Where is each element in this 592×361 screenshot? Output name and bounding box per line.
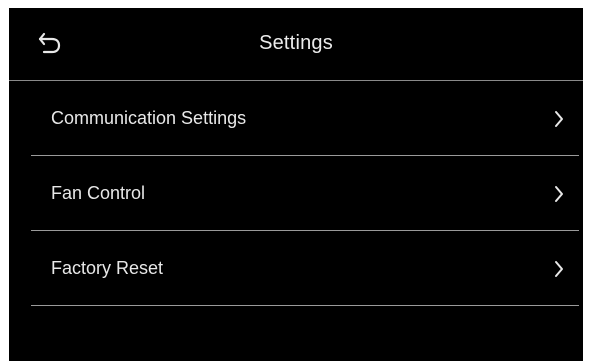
settings-menu: Communication Settings Fan Control Facto… xyxy=(31,81,579,306)
menu-item-label: Factory Reset xyxy=(51,258,164,278)
chevron-right-icon xyxy=(553,184,565,204)
chevron-right-icon xyxy=(553,259,565,279)
page-title: Settings xyxy=(259,32,333,54)
menu-item-label: Communication Settings xyxy=(51,108,247,128)
menu-item-fan-control[interactable]: Fan Control xyxy=(31,156,579,231)
chevron-right-icon xyxy=(553,109,565,129)
header-bar: Settings xyxy=(9,8,583,81)
menu-item-label: Fan Control xyxy=(51,183,146,203)
menu-item-communication-settings[interactable]: Communication Settings xyxy=(31,81,579,156)
menu-item-factory-reset[interactable]: Factory Reset xyxy=(31,231,579,306)
settings-screen: Settings Communication Settings Fan Cont… xyxy=(9,8,583,361)
